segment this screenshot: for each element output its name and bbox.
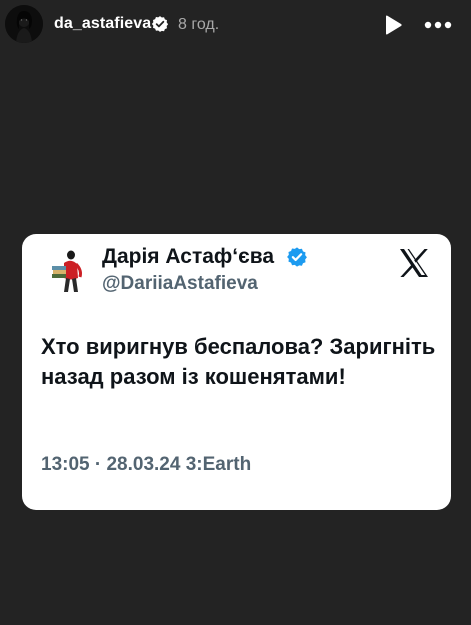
more-button[interactable] [424, 15, 452, 35]
story-username[interactable]: da_astafieva [54, 15, 151, 33]
verified-icon [286, 246, 308, 268]
play-button[interactable] [383, 14, 403, 36]
avatar[interactable] [5, 5, 43, 43]
story-time-ago: 8 год. [178, 16, 220, 33]
tweet-display-name: Дарія Астаф‘єва [102, 245, 275, 268]
tweet-timestamp: 13:05 · 28.03.24 3:Earth [41, 454, 252, 475]
tweet-avatar [40, 244, 94, 298]
story-header: da_astafieva 8 год. [0, 0, 471, 52]
tweet-card: Дарія Астаф‘єва @DariiaAstafieva Хто вир… [22, 234, 451, 510]
x-logo-icon [398, 248, 430, 278]
tweet-text: Хто виригнув беспалова? Заригніть назад … [41, 334, 436, 389]
verified-icon [151, 15, 169, 33]
tweet-handle: @DariiaAstafieva [102, 273, 258, 294]
